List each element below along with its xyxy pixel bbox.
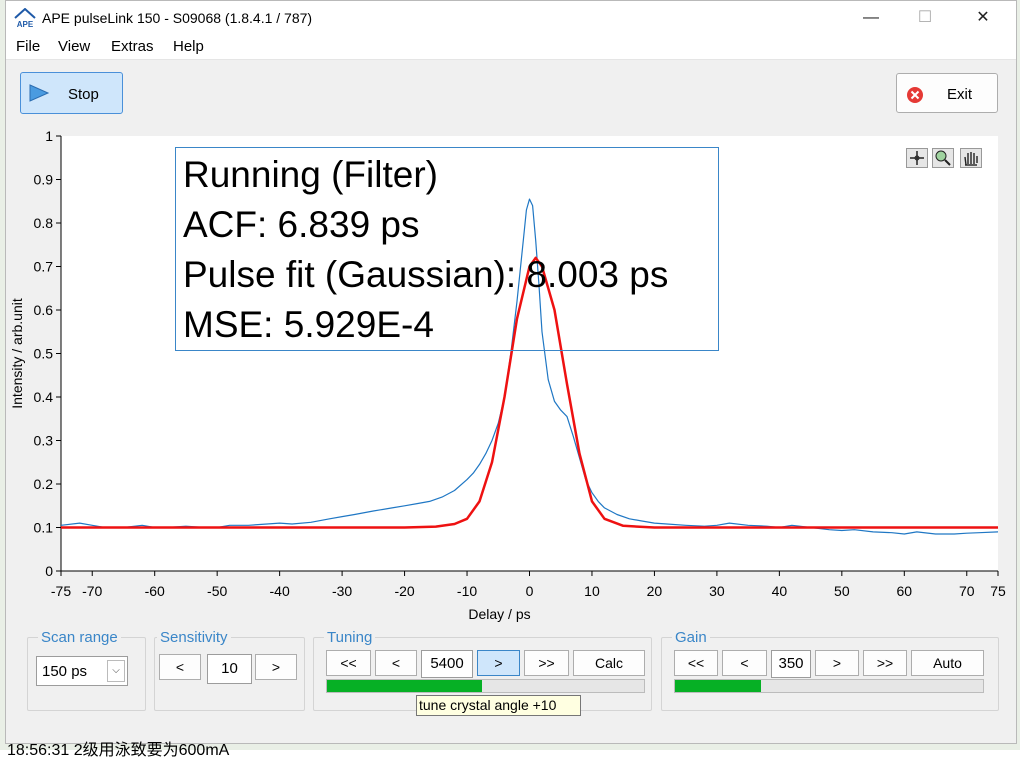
y-tick-label: 0.6 <box>34 302 54 318</box>
tuning-fast-increase-button[interactable]: >> <box>524 650 569 676</box>
x-tick-label: -20 <box>394 583 414 599</box>
tuning-decrease-button[interactable]: < <box>375 650 417 676</box>
tuning-progress-fill <box>327 680 483 692</box>
measurement-overlay: Running (Filter) ACF: 6.839 ps Pulse fit… <box>175 147 719 351</box>
gain-group: Gain << < 350 > >> Auto <box>661 629 999 711</box>
y-tick-label: 0.7 <box>34 259 54 275</box>
tuning-increase-button[interactable]: > <box>477 650 520 676</box>
gain-increase-button[interactable]: > <box>815 650 859 676</box>
x-tick-label: -75 <box>51 583 71 599</box>
tuning-input[interactable]: 5400 <box>421 650 473 678</box>
overlay-acf: ACF: 6.839 ps <box>183 204 420 245</box>
y-axis-label: Intensity / arb.unit <box>9 298 25 409</box>
overlay-pulse-fit: Pulse fit (Gaussian): 8.003 ps <box>183 254 669 295</box>
y-tick-label: 0.9 <box>34 172 54 188</box>
tooltip: tune crystal angle +10 <box>416 695 581 716</box>
scan-range-value: 150 ps <box>42 663 88 680</box>
pan-hand-icon[interactable] <box>960 148 982 168</box>
scan-range-group: Scan range 150 ps ⌵ <box>27 629 146 711</box>
x-tick-label: -70 <box>82 583 102 599</box>
scan-range-select[interactable]: 150 ps ⌵ <box>36 656 128 686</box>
tuning-label: Tuning <box>324 629 376 646</box>
sensitivity-increase-button[interactable]: > <box>255 654 297 680</box>
y-tick-label: 1 <box>45 128 53 144</box>
gain-fast-increase-button[interactable]: >> <box>863 650 907 676</box>
gain-input[interactable]: 350 <box>771 650 811 678</box>
x-tick-label: 75 <box>990 583 1006 599</box>
y-tick-label: 0.5 <box>34 346 54 362</box>
overlay-mse: MSE: 5.929E-4 <box>183 304 434 345</box>
x-tick-label: 10 <box>584 583 600 599</box>
x-tick-label: 70 <box>959 583 975 599</box>
y-tick-label: 0.2 <box>34 476 54 492</box>
x-axis-label: Delay / ps <box>468 606 530 622</box>
x-tick-label: -30 <box>332 583 352 599</box>
y-tick-label: 0.3 <box>34 433 54 449</box>
tuning-progress-bar <box>326 679 645 693</box>
x-tick-label: 0 <box>526 583 534 599</box>
x-tick-label: 30 <box>709 583 725 599</box>
sensitivity-decrease-button[interactable]: < <box>159 654 201 680</box>
x-tick-label: 40 <box>772 583 788 599</box>
y-tick-label: 0.4 <box>34 389 54 405</box>
scan-range-label: Scan range <box>38 629 121 646</box>
app-window: APE APE pulseLink 150 - S09068 (1.8.4.1 … <box>5 0 1017 744</box>
x-tick-label: -50 <box>207 583 227 599</box>
x-tick-label: -60 <box>145 583 165 599</box>
auto-gain-button[interactable]: Auto <box>911 650 984 676</box>
gain-label: Gain <box>672 629 710 646</box>
sensitivity-label: Sensitivity <box>157 629 231 646</box>
crosshair-icon[interactable] <box>906 148 928 168</box>
x-tick-label: 60 <box>897 583 913 599</box>
x-tick-label: -40 <box>270 583 290 599</box>
y-tick-label: 0 <box>45 563 53 579</box>
x-tick-label: 50 <box>834 583 850 599</box>
x-tick-label: -10 <box>457 583 477 599</box>
gain-decrease-button[interactable]: < <box>722 650 767 676</box>
x-tick-label: 20 <box>647 583 663 599</box>
zoom-icon[interactable] <box>932 148 954 168</box>
gain-fast-decrease-button[interactable]: << <box>674 650 718 676</box>
y-tick-label: 0.8 <box>34 215 54 231</box>
y-tick-label: 0.1 <box>34 520 54 536</box>
tuning-fast-decrease-button[interactable]: << <box>326 650 371 676</box>
chevron-down-icon[interactable]: ⌵ <box>107 660 125 682</box>
sensitivity-group: Sensitivity < 10 > <box>154 629 305 711</box>
gain-progress-fill <box>675 680 762 692</box>
gain-progress-bar <box>674 679 984 693</box>
sensitivity-input[interactable]: 10 <box>207 654 252 684</box>
background-log-text: 18:56:31 2级用泳致要为600mA <box>7 742 230 759</box>
overlay-status: Running (Filter) <box>183 154 438 195</box>
calc-button[interactable]: Calc <box>573 650 645 676</box>
